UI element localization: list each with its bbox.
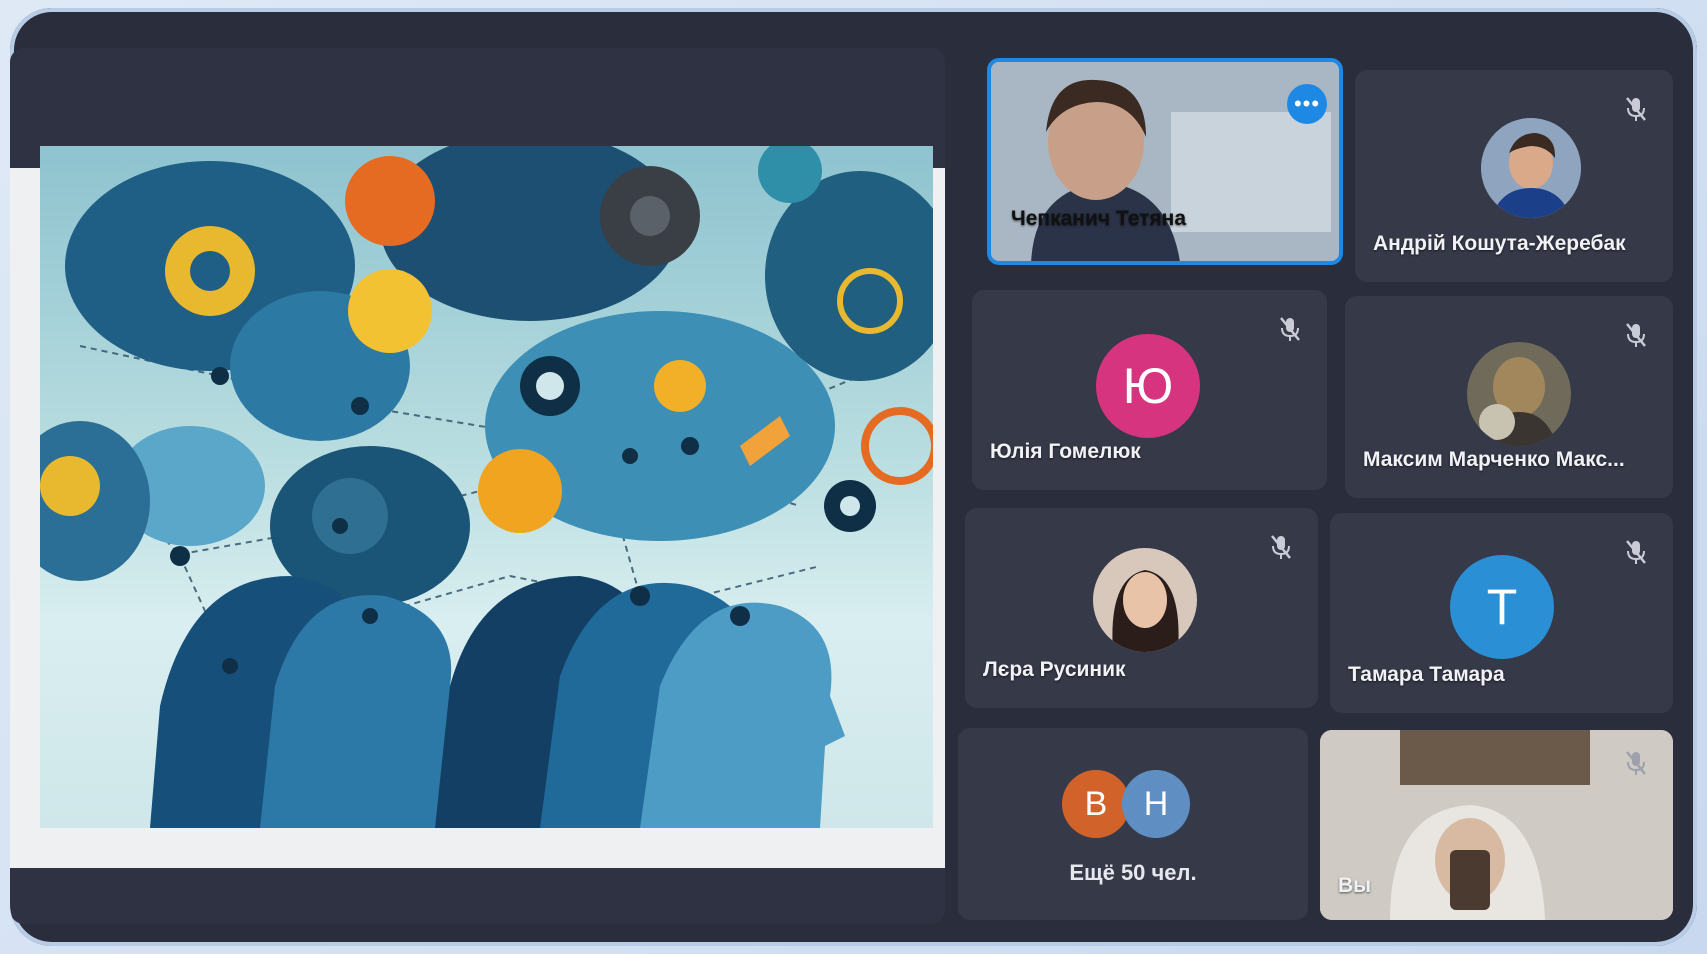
participant-name: Лєра Русиник bbox=[983, 658, 1126, 681]
participant-name: Максим Марченко Макс... bbox=[1363, 448, 1625, 471]
avatar bbox=[1093, 548, 1197, 652]
participant-tile[interactable]: Т Тамара Тамара bbox=[1330, 513, 1673, 713]
mic-off-icon bbox=[1626, 540, 1646, 564]
avatar: Т bbox=[1450, 555, 1554, 659]
avatar bbox=[1481, 118, 1581, 218]
participant-name: Андрій Кошута-Жеребак bbox=[1373, 232, 1626, 255]
participant-tile[interactable]: Максим Марченко Макс... bbox=[1345, 296, 1673, 498]
self-view-tile[interactable]: Вы bbox=[1320, 730, 1673, 920]
participant-tile[interactable]: Андрій Кошута-Жеребак bbox=[1355, 70, 1673, 282]
mic-off-icon bbox=[1271, 535, 1291, 559]
participant-name: Тамара Тамара bbox=[1348, 663, 1505, 686]
meeting-window: ••• Чепканич Тетяна Андрій Кошута-Жереба… bbox=[10, 8, 1697, 946]
mic-off-icon bbox=[1280, 317, 1300, 341]
self-video bbox=[1320, 730, 1673, 920]
more-options-icon: ••• bbox=[1293, 91, 1321, 116]
mic-off-icon bbox=[1626, 323, 1646, 347]
participant-name: Вы bbox=[1338, 874, 1372, 897]
avatar bbox=[1467, 342, 1571, 446]
more-participants-label: Ещё 50 чел. bbox=[1069, 860, 1197, 885]
avatar-initial: Т bbox=[1486, 579, 1518, 635]
mic-off-icon bbox=[1626, 97, 1646, 121]
avatar-initial: В bbox=[1084, 784, 1108, 823]
participant-name: Чепканич Тетяна bbox=[1011, 207, 1187, 230]
avatar: Ю bbox=[1096, 334, 1200, 438]
participant-name: Юлія Гомелюк bbox=[990, 440, 1141, 463]
avatar-initial: Н bbox=[1143, 784, 1169, 823]
presentation-slide-image bbox=[40, 146, 933, 828]
participant-tile[interactable]: Ю Юлія Гомелюк bbox=[972, 290, 1327, 490]
slide-illustration bbox=[40, 146, 933, 828]
participant-tile[interactable]: Лєра Русиник bbox=[965, 508, 1318, 708]
mic-off-icon bbox=[1626, 751, 1646, 775]
participant-tile-speaker[interactable]: ••• Чепканич Тетяна bbox=[987, 58, 1343, 265]
avatar-initial: Ю bbox=[1122, 358, 1174, 414]
avatar: В bbox=[1062, 770, 1130, 838]
more-options-button[interactable]: ••• bbox=[1287, 84, 1327, 124]
more-participants-tile[interactable]: В Н Ещё 50 чел. bbox=[958, 728, 1308, 920]
avatar: Н bbox=[1122, 770, 1190, 838]
